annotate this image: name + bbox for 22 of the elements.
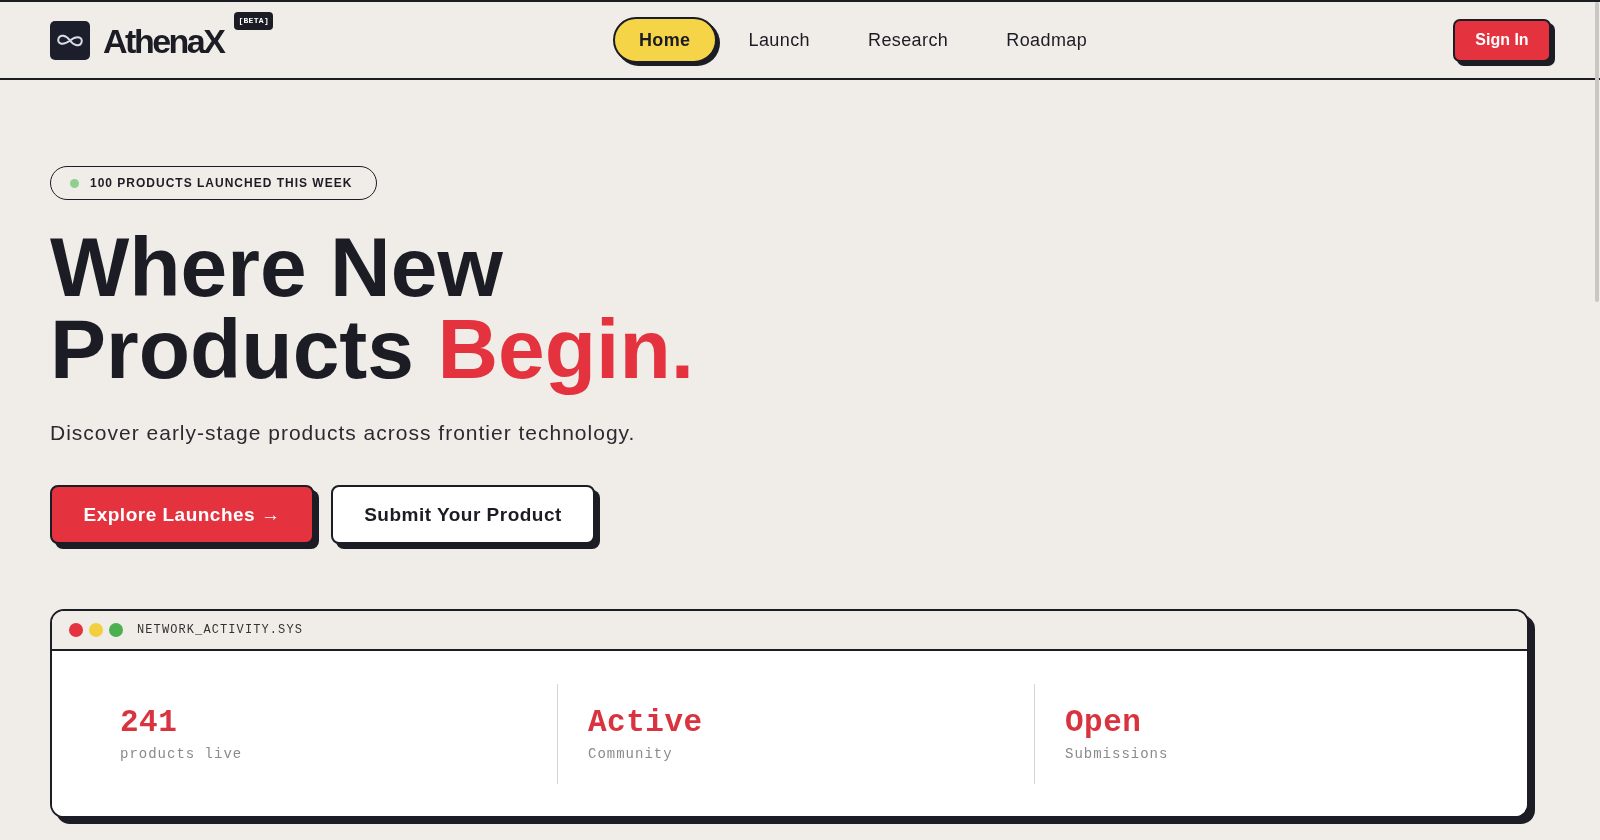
stat-label: Submissions — [1065, 744, 1169, 763]
window-title: NETWORK_ACTIVITY.SYS — [137, 623, 304, 637]
stat-value: Active — [588, 704, 703, 741]
stat-value: Open — [1065, 704, 1142, 741]
window-control-icon — [69, 623, 83, 637]
nav-link[interactable]: Roadmap — [980, 17, 1114, 63]
scrollbar-thumb[interactable] — [1595, 2, 1599, 302]
nav-link[interactable]: Launch — [722, 17, 836, 63]
hero-subtitle: Discover early-stage products across frontier technology. — [50, 420, 636, 445]
stat-label: products live — [120, 744, 243, 763]
announcement-text: 100 PRODUCTS LAUNCHED THIS WEEK — [90, 176, 353, 190]
status-dot-icon — [70, 178, 79, 188]
stat-value: 241 — [120, 704, 178, 741]
nav-link[interactable]: Home — [612, 17, 717, 63]
beta-tag: [BETA] — [234, 12, 274, 30]
window-control-icon — [89, 623, 103, 637]
hero-heading: Where New Products Begin. — [50, 226, 695, 398]
window-control-icon — [109, 623, 123, 637]
brand-name: AthenaX — [103, 23, 224, 58]
nav-link[interactable]: Research — [842, 17, 975, 63]
stat-label: Community — [588, 744, 673, 763]
infinity-logo-icon — [50, 20, 90, 60]
